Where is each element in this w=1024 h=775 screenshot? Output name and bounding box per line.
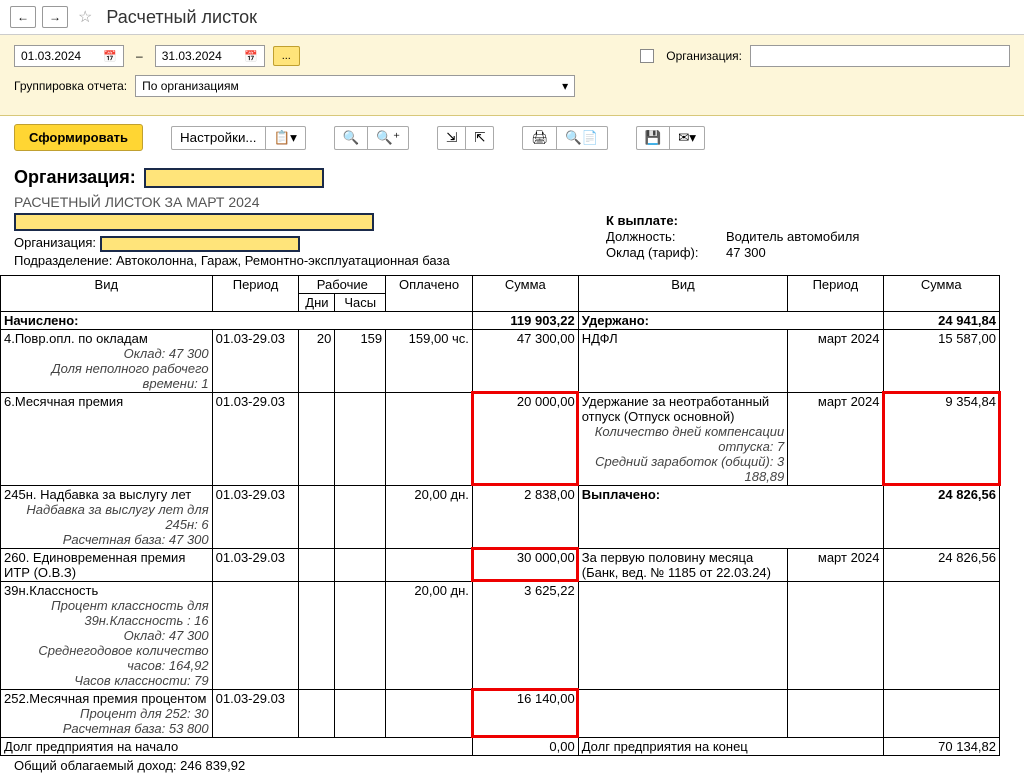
redacted-name — [14, 213, 374, 231]
action-bar: Сформировать Настройки... 📋▾ 🔍 🔍⁺ ⇲ ⇱ 🖨 … — [0, 116, 1024, 159]
find-button[interactable]: 🔍 — [334, 126, 369, 150]
org-checkbox[interactable] — [640, 49, 654, 63]
date-from-value: 01.03.2024 — [21, 49, 81, 63]
deducted-label: Удержано: — [578, 311, 883, 329]
paid-label: Выплачено: — [578, 485, 883, 548]
th-vid: Вид — [1, 275, 213, 311]
payslip-title: РАСЧЕТНЫЙ ЛИСТОК ЗА МАРТ 2024 — [14, 194, 986, 210]
payslip-table: Вид Период Рабочие Оплачено Сумма Вид Пе… — [0, 275, 1000, 756]
toolbar-top: ← → ☆ Расчетный листок — [0, 0, 1024, 35]
salary-value: 47 300 — [726, 245, 766, 260]
paid-row: За первую половину месяца (Банк, вед. № … — [578, 548, 788, 581]
accr-row: 4.Повр.опл. по окладамОклад: 47 300 Доля… — [1, 329, 213, 392]
subdiv-label: Подразделение: — [14, 253, 112, 268]
th-dni: Дни — [299, 293, 335, 311]
filter-bar: 01.03.2024 📅 – 31.03.2024 📅 ... Организа… — [0, 35, 1024, 116]
generate-button[interactable]: Сформировать — [14, 124, 143, 151]
th-period2: Период — [788, 275, 883, 311]
debt-end-value: 70 134,82 — [883, 737, 1000, 755]
subdiv-value: Автоколонна, Гараж, Ремонтно-эксплуатаци… — [116, 253, 450, 268]
th-vid2: Вид — [578, 275, 788, 311]
chevron-down-icon: ▾ — [562, 79, 568, 93]
group-select-value: По организациям — [142, 79, 239, 93]
taxable-value: 246 839,92 — [180, 758, 245, 773]
kvyplate-label: К выплате: — [606, 213, 986, 228]
save-button[interactable]: 💾 — [636, 126, 671, 150]
th-chasy: Часы — [335, 293, 386, 311]
report-area: Организация: РАСЧЕТНЫЙ ЛИСТОК ЗА МАРТ 20… — [0, 159, 1024, 775]
group-label: Группировка отчета: — [14, 79, 127, 93]
accr-row: 245н. Надбавка за выслугу летНадбавка за… — [1, 485, 213, 548]
dash-separator: – — [136, 49, 143, 63]
th-rabochie: Рабочие — [299, 275, 386, 293]
calendar-icon[interactable]: 📅 — [244, 50, 258, 63]
redacted-org — [144, 168, 324, 188]
redacted-org2 — [100, 236, 300, 252]
settings-drop-button[interactable]: 📋▾ — [265, 126, 306, 150]
page-title: Расчетный листок — [106, 7, 257, 28]
collapse-button[interactable]: ⇱ — [465, 126, 494, 150]
th-summa2: Сумма — [883, 275, 1000, 311]
nav-back-button[interactable]: ← — [10, 6, 36, 28]
th-period: Период — [212, 275, 299, 311]
th-summa: Сумма — [472, 275, 578, 311]
ded-row: Удержание за неотработанный отпуск (Отпу… — [578, 392, 788, 485]
settings-button[interactable]: Настройки... — [171, 126, 265, 150]
debt-start-label: Долг предприятия на начало — [1, 737, 473, 755]
accrued-label: Начислено: — [1, 311, 473, 329]
date-to-value: 31.03.2024 — [162, 49, 222, 63]
org-header-label: Организация: — [14, 167, 136, 188]
org-checkbox-label: Организация: — [666, 49, 742, 63]
paid-total: 24 826,56 — [883, 485, 1000, 548]
accr-row: 260. Единовременная премия ИТР (О.В.З) — [1, 548, 213, 581]
org-input[interactable] — [750, 45, 1010, 67]
email-button[interactable]: ✉▾ — [669, 126, 705, 150]
group-select[interactable]: По организациям ▾ — [135, 75, 575, 97]
salary-label: Оклад (тариф): — [606, 245, 726, 260]
expand-button[interactable]: ⇲ — [437, 126, 466, 150]
favorite-icon[interactable]: ☆ — [78, 7, 92, 27]
accr-row: 252.Месячная премия процентомПроцент для… — [1, 689, 213, 737]
date-to-input[interactable]: 31.03.2024 📅 — [155, 45, 265, 67]
calendar-icon[interactable]: 📅 — [103, 50, 117, 63]
date-from-input[interactable]: 01.03.2024 📅 — [14, 45, 124, 67]
deducted-total: 24 941,84 — [883, 311, 1000, 329]
find-next-button[interactable]: 🔍⁺ — [367, 126, 409, 150]
post-label: Должность: — [606, 229, 726, 244]
preview-button[interactable]: 🔍📄 — [556, 126, 607, 150]
org2-label: Организация: — [14, 235, 96, 250]
accr-row: 6.Месячная премия — [1, 392, 213, 485]
date-pick-button[interactable]: ... — [273, 46, 300, 66]
ded-row: НДФЛ — [578, 329, 788, 392]
accrued-total: 119 903,22 — [472, 311, 578, 329]
print-button[interactable]: 🖨 — [522, 126, 557, 150]
post-value: Водитель автомобиля — [726, 229, 859, 244]
accr-row: 39н.КлассностьПроцент классность для 39н… — [1, 581, 213, 689]
taxable-label: Общий облагаемый доход: — [14, 758, 177, 773]
th-oplacheno: Оплачено — [386, 275, 473, 311]
debt-start-value: 0,00 — [472, 737, 578, 755]
debt-end-label: Долг предприятия на конец — [578, 737, 883, 755]
nav-forward-button[interactable]: → — [42, 6, 68, 28]
